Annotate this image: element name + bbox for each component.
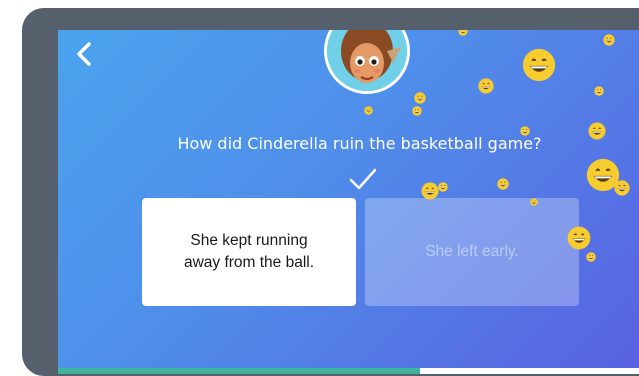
grinning-face-emoji [594, 86, 604, 96]
grinning-face-emoji [421, 182, 439, 200]
answer-label: She left early. [425, 243, 519, 260]
back-button[interactable] [72, 38, 98, 72]
grinning-face-emoji [614, 180, 630, 196]
progress-bar [58, 368, 639, 374]
grinning-face-emoji [478, 78, 494, 94]
quiz-screen: How did Cinderella ruin the basketball g… [58, 30, 639, 374]
answer-option-2[interactable]: She left early. [365, 198, 579, 306]
grinning-face-emoji [603, 34, 615, 46]
grinning-face-emoji [414, 92, 426, 104]
character-avatar [324, 30, 410, 94]
grinning-face-emoji [364, 106, 373, 115]
answer-label: She kept running away from the ball. [183, 232, 315, 271]
grinning-face-emoji [520, 126, 530, 136]
grinning-face-emoji [530, 198, 538, 206]
question-text: How did Cinderella ruin the basketball g… [177, 134, 542, 153]
grinning-face-emoji [588, 122, 606, 140]
device-frame: How did Cinderella ruin the basketball g… [22, 8, 639, 376]
grinning-face-emoji [438, 182, 448, 192]
grinning-face-emoji [522, 48, 556, 82]
grinning-face-emoji [458, 30, 468, 36]
grinning-face-emoji [567, 226, 591, 250]
progress-bar-fill [58, 368, 420, 374]
grinning-face-emoji [497, 178, 509, 190]
answer-option-1[interactable]: She kept running away from the ball. [142, 198, 356, 306]
grinning-face-emoji [412, 106, 422, 116]
checkmark-icon [348, 166, 378, 192]
grinning-face-emoji [586, 252, 596, 262]
chevron-left-icon [77, 42, 91, 66]
